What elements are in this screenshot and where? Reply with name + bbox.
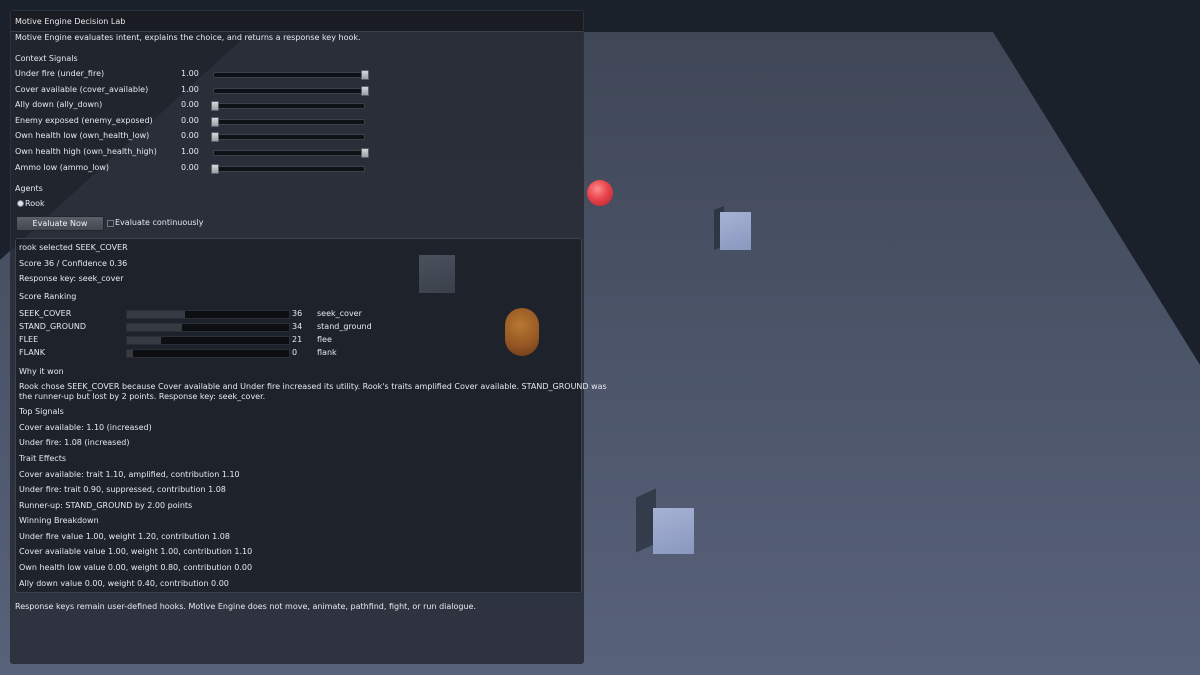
trait-effects-heading: Trait Effects — [19, 454, 66, 463]
selected-action-line: rook selected SEEK_COVER — [19, 243, 128, 252]
ranking-score: 0 — [292, 348, 298, 357]
winning-breakdown-heading: Winning Breakdown — [19, 516, 99, 525]
scene-cube-behind — [419, 255, 455, 293]
ranking-action: FLEE — [19, 335, 39, 344]
signal-value: 1.00 — [181, 84, 199, 94]
ranking-action: FLANK — [19, 348, 45, 357]
runner-up-line: Runner-up: STAND_GROUND by 2.00 points — [19, 501, 193, 510]
signal-label: Cover available (cover_available) — [15, 84, 149, 94]
signal-row: Cover available (cover_available) 1.00 — [15, 83, 375, 97]
ranking-score: 21 — [292, 335, 303, 344]
signal-label: Enemy exposed (enemy_exposed) — [15, 115, 153, 125]
window-title: Motive Engine Decision Lab — [15, 17, 126, 26]
cover-cube-object — [720, 212, 751, 250]
trait-effect-item: Cover available: trait 1.10, amplified, … — [19, 470, 240, 479]
agent-capsule-object — [505, 308, 539, 356]
signal-slider[interactable] — [213, 70, 369, 80]
signal-label: Under fire (under_fire) — [15, 69, 105, 78]
signal-label: Own health high (own_health_high) — [15, 147, 157, 156]
signal-row: Own health high (own_health_high) 1.00 — [15, 145, 375, 159]
signal-label: Ally down (ally_down) — [15, 100, 103, 110]
ranking-bar — [126, 323, 290, 332]
ranking-bar — [126, 336, 290, 345]
signal-label: Own health low (own_health_low) — [15, 131, 150, 141]
top-signals-heading: Top Signals — [19, 407, 64, 416]
signal-slider[interactable] — [213, 85, 369, 96]
result-box: rook selected SEEK_COVER Score 36 / Conf… — [15, 238, 607, 593]
breakdown-item: Own health low value 0.00, weight 0.80, … — [19, 563, 253, 572]
top-signal-item: Cover available: 1.10 (increased) — [19, 423, 152, 432]
ranking-score: 36 — [292, 309, 303, 318]
signal-row: Under fire (under_fire) 1.00 — [15, 67, 375, 81]
top-signal-item: Under fire: 1.08 (increased) — [19, 438, 130, 447]
signal-slider[interactable] — [211, 132, 365, 143]
agent-radio-rook[interactable] — [17, 200, 24, 207]
signal-row: Ally down (ally_down) 0.00 — [15, 98, 375, 112]
signal-value: 0.00 — [181, 131, 199, 141]
why-text-line1: Rook chose SEEK_COVER because Cover avai… — [19, 382, 607, 391]
panel-title-bar[interactable]: Motive Engine Decision Lab — [11, 11, 583, 32]
signal-slider[interactable] — [211, 101, 365, 112]
decision-lab-panel: Motive Engine Decision Lab Motive Engine… — [10, 10, 607, 664]
signal-slider[interactable] — [211, 163, 365, 174]
ranking-bar — [126, 349, 290, 358]
ranking-action: SEEK_COVER — [19, 309, 72, 318]
ranking-response-key: seek_cover — [317, 309, 362, 318]
ranking-bar-fill — [127, 337, 162, 344]
context-signals-heading: Context Signals — [15, 54, 78, 63]
slider-thumb[interactable] — [361, 148, 369, 158]
signal-value: 0.00 — [181, 100, 199, 110]
signal-value: 0.00 — [181, 162, 199, 172]
cover-cube-object — [653, 508, 694, 554]
signal-row: Enemy exposed (enemy_exposed) 0.00 — [15, 114, 375, 128]
slider-thumb[interactable] — [361, 85, 369, 96]
breakdown-item: Cover available value 1.00, weight 1.00,… — [19, 547, 253, 556]
ranking-response-key: stand_ground — [317, 322, 372, 331]
ranking-action: STAND_GROUND — [19, 322, 87, 331]
trait-effect-item: Under fire: trait 0.90, suppressed, cont… — [19, 485, 226, 494]
breakdown-item: Under fire value 1.00, weight 1.20, cont… — [19, 532, 230, 541]
intro-text: Motive Engine evaluates intent, explains… — [15, 33, 361, 42]
agent-label: Rook — [25, 199, 45, 208]
why-text-line2: the runner-up but lost by 2 points. Resp… — [19, 392, 266, 401]
signal-value: 1.00 — [181, 69, 199, 78]
evaluate-continuously-toggle[interactable] — [107, 220, 114, 227]
slider-thumb[interactable] — [361, 70, 369, 80]
ranking-bar — [126, 310, 290, 319]
slider-thumb[interactable] — [211, 116, 219, 127]
signal-row: Own health low (own_health_low) 0.00 — [15, 129, 375, 143]
slider-thumb[interactable] — [211, 163, 219, 174]
signal-value: 1.00 — [181, 147, 199, 156]
signal-slider[interactable] — [213, 148, 369, 158]
signal-row: Ammo low (ammo_low) 0.00 — [15, 161, 375, 175]
score-line: Score 36 / Confidence 0.36 — [19, 259, 128, 268]
ranking-bar-fill — [127, 311, 186, 318]
evaluate-now-button[interactable]: Evaluate Now — [16, 216, 104, 231]
slider-thumb[interactable] — [211, 101, 219, 112]
red-sphere-object — [587, 180, 613, 206]
signal-value: 0.00 — [181, 115, 199, 125]
footer-note: Response keys remain user-defined hooks.… — [15, 602, 477, 611]
ranking-score: 34 — [292, 322, 303, 331]
agents-heading: Agents — [15, 184, 43, 193]
signal-label: Ammo low (ammo_low) — [15, 162, 109, 172]
why-heading: Why it won — [19, 367, 64, 376]
ranking-response-key: flee — [317, 335, 332, 344]
breakdown-item: Ally down value 0.00, weight 0.40, contr… — [19, 579, 229, 588]
ranking-response-key: flank — [317, 348, 337, 357]
signal-slider[interactable] — [211, 116, 365, 127]
evaluate-continuously-label: Evaluate continuously — [115, 218, 204, 227]
slider-thumb[interactable] — [211, 132, 219, 143]
response-key-line: Response key: seek_cover — [19, 274, 124, 283]
ranking-bar-fill — [127, 350, 133, 357]
score-ranking-heading: Score Ranking — [19, 292, 77, 301]
ranking-bar-fill — [127, 324, 183, 331]
